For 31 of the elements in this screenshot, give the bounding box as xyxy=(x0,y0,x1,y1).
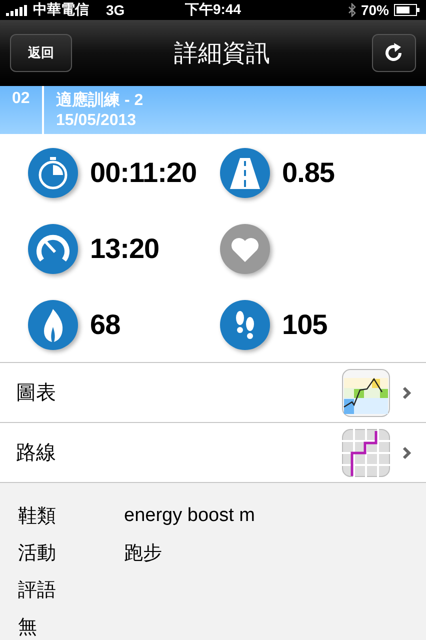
list-row[interactable]: 圖表 xyxy=(0,362,426,422)
stat-value: 68 xyxy=(90,309,120,341)
detail-label: 活動 xyxy=(18,542,57,566)
chart-thumbnail-icon xyxy=(342,368,390,416)
battery-percent: 70% xyxy=(360,2,389,18)
route-map-icon xyxy=(342,428,390,476)
stat-value: 13:20 xyxy=(90,233,160,265)
signal-icon xyxy=(6,4,28,16)
status-time: 下午9:44 xyxy=(184,1,242,19)
row-label: 路線 xyxy=(16,441,57,466)
detail-label: 評語 xyxy=(18,578,57,602)
row-label: 圖表 xyxy=(16,381,57,406)
chevron-icon xyxy=(402,386,412,400)
network-type: 3G xyxy=(106,2,125,18)
chevron-icon xyxy=(402,446,412,460)
comment-text: 無 xyxy=(18,616,37,640)
workout-date: 15/05/2013 xyxy=(56,112,138,130)
detail-value: 跑步 xyxy=(124,542,162,566)
refresh-button[interactable] xyxy=(372,34,416,72)
stat-value: 00:11:20 xyxy=(90,157,197,189)
battery-icon xyxy=(394,4,420,16)
workout-name: 適應訓練 - 2 xyxy=(56,90,144,111)
workout-number: 02 xyxy=(0,86,44,134)
back-button[interactable]: 返回 xyxy=(10,34,72,72)
carrier-name: 中華電信 xyxy=(33,1,89,19)
stat-value: 0.85 xyxy=(282,157,334,189)
detail-label: 鞋類 xyxy=(18,504,57,528)
stat-value: 105 xyxy=(282,309,328,341)
detail-value: energy boost m xyxy=(124,504,255,526)
bluetooth-icon xyxy=(348,3,356,17)
screen-title: 詳細資訊 xyxy=(174,38,270,68)
